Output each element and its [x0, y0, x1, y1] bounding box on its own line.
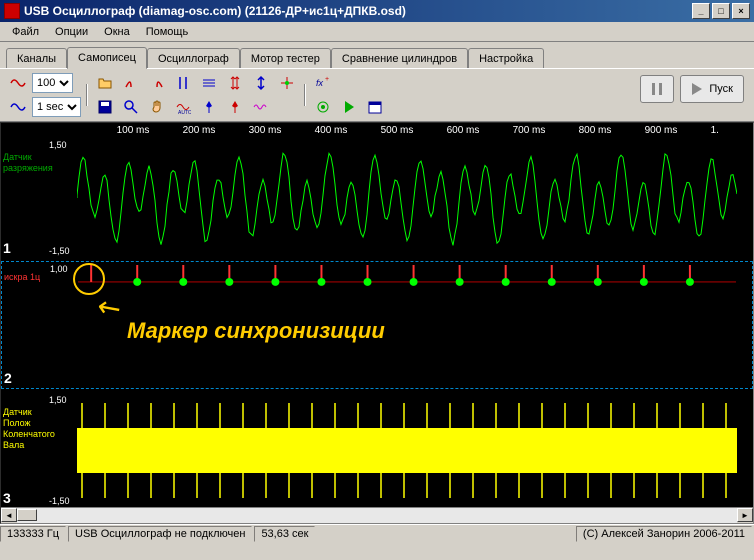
tab-row: Каналы Самописец Осциллограф Мотор тесте…	[0, 42, 754, 68]
scale-select[interactable]: 100	[32, 73, 73, 93]
status-frequency: 133333 Гц	[0, 526, 66, 542]
save-icon[interactable]	[93, 96, 117, 118]
vlines-icon[interactable]	[171, 72, 195, 94]
status-copyright: (C) Алексей Занорин 2006-2011	[576, 526, 752, 542]
ch1-scale-top: 1,50	[49, 140, 67, 150]
play-green-icon[interactable]	[337, 96, 361, 118]
time-axis: 100 ms 200 ms 300 ms 400 ms 500 ms 600 m…	[77, 123, 737, 138]
marker-red-icon[interactable]	[223, 96, 247, 118]
tab-settings[interactable]: Настройка	[468, 48, 544, 69]
zoom-icon[interactable]	[119, 96, 143, 118]
center-icon[interactable]	[275, 72, 299, 94]
time-tick: 200 ms	[183, 125, 216, 136]
arrow-vert-single-icon[interactable]	[249, 72, 273, 94]
scope-area[interactable]: 100 ms 200 ms 300 ms 400 ms 500 ms 600 m…	[0, 122, 754, 524]
wave-blue-icon[interactable]	[6, 96, 30, 118]
curve-right-icon[interactable]	[145, 72, 169, 94]
pause-button[interactable]	[640, 75, 674, 103]
ch3-scale-top: 1,50	[49, 395, 67, 405]
time-tick: 700 ms	[513, 125, 546, 136]
menu-options[interactable]: Опции	[47, 24, 96, 40]
tab-oscilloscope[interactable]: Осциллограф	[147, 48, 240, 69]
scroll-thumb[interactable]	[17, 509, 37, 521]
svg-text:AUTO: AUTO	[178, 110, 191, 115]
time-tick: 300 ms	[249, 125, 282, 136]
maximize-button[interactable]: □	[712, 3, 730, 19]
ch2-label: искра 1ц	[4, 272, 40, 282]
channel-3: 1,50 Датчик Полож Коленчатого Вала -1,50…	[1, 393, 753, 508]
ch1-scale-bot: -1,50	[49, 246, 70, 256]
ch1-waveform	[77, 138, 737, 258]
toolbar: 100 1 sec AUTO fx+	[0, 68, 754, 122]
start-label: Пуск	[709, 83, 733, 95]
time-tick: 900 ms	[645, 125, 678, 136]
horizontal-scrollbar[interactable]: ◄ ►	[1, 507, 753, 523]
tab-cylinder-compare[interactable]: Сравнение цилиндров	[331, 48, 468, 69]
ch1-label: Датчик разряжения	[3, 152, 75, 174]
toolbar-divider	[86, 84, 88, 106]
fx-icon[interactable]: fx+	[311, 72, 335, 94]
hlines-icon[interactable]	[197, 72, 221, 94]
curve-left-icon[interactable]	[119, 72, 143, 94]
ch3-scale-bot: -1,50	[49, 496, 70, 506]
svg-text:+: +	[325, 76, 329, 83]
channel-2: 1,00 искра 1ц 2	[1, 261, 753, 389]
time-tick: 600 ms	[447, 125, 480, 136]
title-bar: USB Осциллограф (diamag-osc.com) (21126-…	[0, 0, 754, 22]
target-icon[interactable]	[311, 96, 335, 118]
wave-red-icon[interactable]	[6, 72, 30, 94]
menu-file[interactable]: Файл	[4, 24, 47, 40]
time-tick: 1.	[711, 125, 719, 136]
tab-recorder[interactable]: Самописец	[67, 47, 147, 69]
toolbar-divider-2	[304, 84, 306, 106]
ch3-label: Датчик Полож Коленчатого Вала	[3, 407, 75, 451]
marker-blue-icon[interactable]	[197, 96, 221, 118]
arrows-vert-icon[interactable]	[223, 72, 247, 94]
open-icon[interactable]	[93, 72, 117, 94]
ch1-number: 1	[3, 240, 11, 256]
ch3-waveform	[77, 393, 737, 508]
menu-bar: Файл Опции Окна Помощь	[0, 22, 754, 42]
ch3-number: 3	[3, 490, 11, 506]
tab-motor-tester[interactable]: Мотор тестер	[240, 48, 331, 69]
ch2-scale-top: 1,00	[50, 264, 68, 274]
close-button[interactable]: ×	[732, 3, 750, 19]
status-time: 53,63 сек	[254, 526, 315, 542]
tab-channels[interactable]: Каналы	[6, 48, 67, 69]
time-tick: 400 ms	[315, 125, 348, 136]
ch2-waveform	[78, 262, 736, 390]
svg-text:fx: fx	[316, 78, 324, 88]
app-icon	[4, 3, 20, 19]
channel-1: 1,50 Датчик разряжения -1,50 1	[1, 138, 753, 258]
time-tick: 800 ms	[579, 125, 612, 136]
window-title: USB Осциллограф (diamag-osc.com) (21126-…	[24, 4, 692, 18]
wave-multi-icon[interactable]	[249, 96, 273, 118]
time-tick: 500 ms	[381, 125, 414, 136]
window-buttons: _ □ ×	[692, 3, 750, 19]
auto-icon[interactable]: AUTO	[171, 96, 195, 118]
scroll-track[interactable]	[17, 508, 737, 523]
status-bar: 133333 Гц USB Осциллограф не подключен 5…	[0, 524, 754, 542]
ch2-number: 2	[4, 370, 12, 386]
status-connection: USB Осциллограф не подключен	[68, 526, 252, 542]
start-button[interactable]: Пуск	[680, 75, 744, 103]
menu-windows[interactable]: Окна	[96, 24, 138, 40]
scroll-left-button[interactable]: ◄	[1, 508, 17, 522]
calendar-icon[interactable]	[363, 96, 387, 118]
hand-icon[interactable]	[145, 96, 169, 118]
scroll-right-button[interactable]: ►	[737, 508, 753, 522]
time-select[interactable]: 1 sec	[32, 97, 81, 117]
menu-help[interactable]: Помощь	[138, 24, 197, 40]
minimize-button[interactable]: _	[692, 3, 710, 19]
time-tick: 100 ms	[117, 125, 150, 136]
